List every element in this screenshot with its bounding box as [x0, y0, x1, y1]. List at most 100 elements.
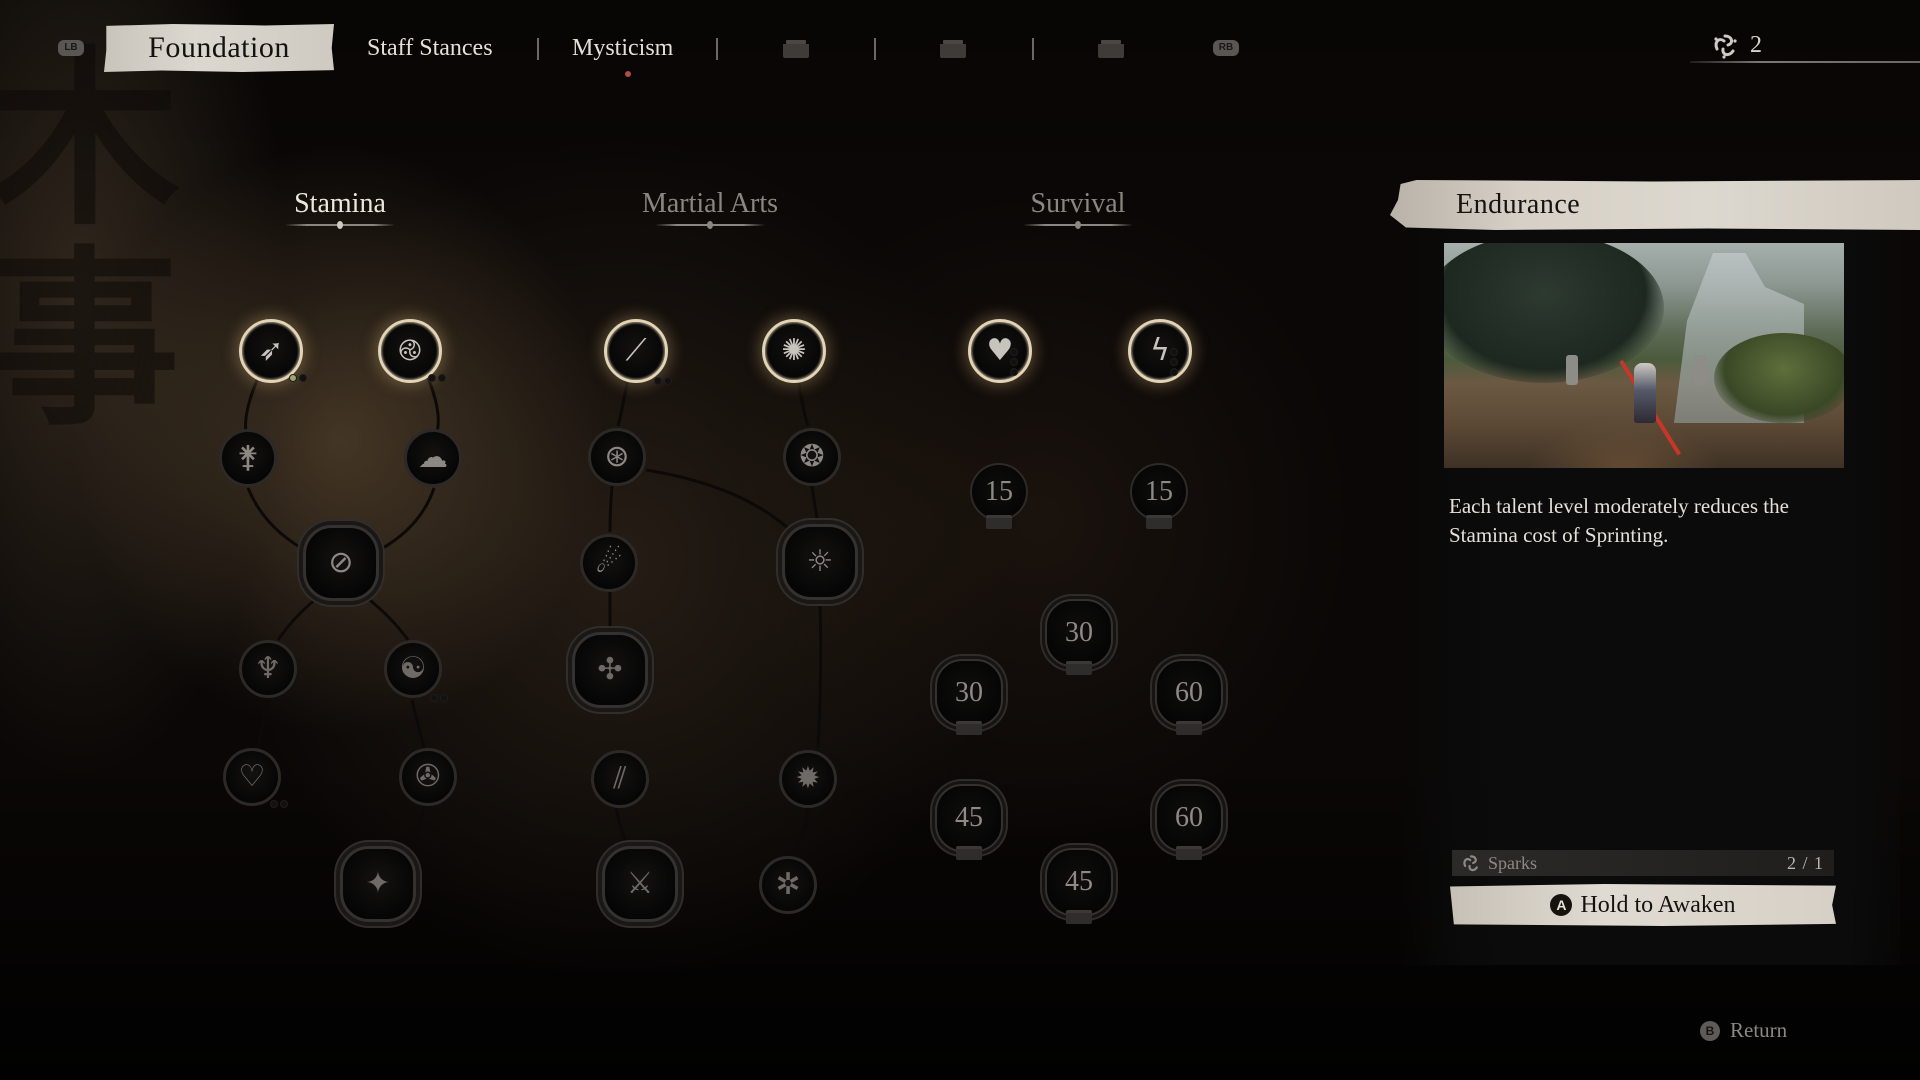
category-stamina[interactable]: Stamina	[220, 188, 460, 229]
talent-level-pips	[428, 374, 446, 382]
crouched-monkey-icon: ✇	[415, 759, 441, 794]
cloud-swirl-icon: ☁	[418, 440, 448, 475]
player-character	[1634, 363, 1656, 423]
talent-node-major[interactable]: ⚔	[602, 846, 678, 922]
talent-level-pips	[1170, 348, 1178, 376]
required-level: 45	[935, 784, 1003, 852]
lock-pedestal	[1176, 721, 1202, 735]
talent-node[interactable]: ♡	[223, 748, 281, 806]
tab-locked-2[interactable]	[940, 40, 966, 58]
talent-node[interactable]: ☄	[580, 534, 638, 592]
lb-bumper-hint[interactable]: LB	[58, 40, 84, 56]
radial-burst-icon: ✺	[781, 333, 807, 368]
coiled-heart-icon: ♡	[238, 759, 266, 794]
crossed-staffs-icon: ⚔	[626, 866, 654, 901]
required-level: 30	[1045, 599, 1113, 667]
locked-talent-node[interactable]: 45	[1044, 848, 1114, 934]
required-level: 30	[935, 659, 1003, 727]
tab-foundation[interactable]: Foundation	[104, 24, 334, 72]
category-survival[interactable]: Survival	[958, 188, 1198, 229]
talent-node[interactable]: ❂	[783, 428, 841, 486]
hold-to-awaken-button[interactable]: A Hold to Awaken	[1450, 884, 1836, 926]
talent-node[interactable]: ⫽	[591, 750, 649, 808]
talent-description: Each talent level moderately reduces the…	[1449, 494, 1789, 547]
talent-node[interactable]: ♥	[968, 319, 1032, 383]
locked-talent-node[interactable]: 30	[1044, 599, 1114, 685]
currency-divider	[1690, 61, 1920, 63]
return-button[interactable]: B Return	[1700, 1018, 1787, 1043]
talent-node[interactable]: ✲	[759, 856, 817, 914]
talent-node-major[interactable]: ✦	[340, 846, 416, 922]
category-label: Martial Arts	[641, 188, 779, 219]
talent-node[interactable]: ☁	[404, 429, 462, 487]
talent-level-pips	[654, 377, 672, 385]
locked-talent-node[interactable]: 30	[934, 659, 1004, 745]
gourd-drop-icon: ♆	[254, 651, 282, 686]
tab-staff-stances[interactable]: Staff Stances	[367, 30, 493, 66]
required-level: 60	[1155, 784, 1223, 852]
talent-node-major[interactable]: ⊘	[303, 525, 379, 601]
category-martial-arts[interactable]: Martial Arts	[590, 188, 830, 229]
sun-spiral-icon: ☼	[806, 544, 834, 579]
locked-talent-node[interactable]: 15	[1124, 463, 1194, 549]
rb-bumper-hint[interactable]: RB	[1213, 40, 1239, 56]
talent-node[interactable]: ⊛	[588, 428, 646, 486]
tab-separator	[1032, 38, 1034, 60]
comet-staff-icon: ☄	[595, 545, 623, 580]
talent-node[interactable]: ✺	[762, 319, 826, 383]
lock-pedestal	[1146, 515, 1172, 529]
tab-locked-1[interactable]	[783, 40, 809, 58]
talent-node[interactable]: ☯	[384, 640, 442, 698]
category-underline	[1023, 221, 1133, 229]
lightning-rune-icon: ϟ	[1150, 333, 1170, 368]
sparks-cost-row: Sparks 2 / 1	[1452, 850, 1834, 876]
tab-locked-3[interactable]	[1098, 40, 1124, 58]
required-level: 15	[1130, 463, 1188, 521]
locked-talent-node[interactable]: 60	[1154, 784, 1224, 870]
lightning-leap-icon: ✦	[365, 866, 391, 901]
tab-separator	[874, 38, 876, 60]
category-underline	[655, 221, 765, 229]
dodge-figure-icon: ⚵	[237, 440, 259, 475]
sparks-cost-value: 2 / 1	[1786, 852, 1824, 873]
talent-preview-image	[1444, 243, 1844, 468]
mysticism-notification-dot	[625, 71, 631, 77]
tab-mysticism[interactable]: Mysticism	[572, 30, 673, 66]
required-level: 60	[1155, 659, 1223, 727]
talent-node[interactable]: ⚵	[219, 429, 277, 487]
talent-node-major[interactable]: ☼	[782, 524, 858, 600]
talent-node[interactable]: ⟋	[604, 319, 668, 383]
talent-level-pips	[430, 694, 448, 702]
sparks-cost-label: Sparks	[1488, 852, 1537, 873]
locked-talent-node[interactable]: 15	[964, 463, 1034, 549]
talent-detail-title: Endurance	[1390, 180, 1920, 230]
talent-node[interactable]: ✇	[399, 748, 457, 806]
spark-triskelion-icon	[1714, 34, 1737, 59]
staff-spin-icon: ⊛	[604, 439, 630, 474]
category-underline	[285, 221, 395, 229]
talent-node[interactable]: ✹	[779, 750, 837, 808]
sparks-count: 2	[1750, 31, 1762, 58]
awaken-label: Hold to Awaken	[1580, 891, 1736, 918]
required-level: 45	[1045, 848, 1113, 916]
vortex-icon: ❂	[799, 439, 825, 474]
lock-pedestal	[1066, 910, 1092, 924]
top-nav: LB Foundation Staff Stances Mysticism RB	[0, 24, 1920, 74]
category-label: Stamina	[294, 188, 386, 219]
monk-stance-icon: ☯	[399, 651, 427, 686]
talent-level-pips	[1010, 348, 1018, 376]
a-button-icon: A	[1550, 894, 1573, 916]
locked-talent-node[interactable]: 60	[1154, 659, 1224, 745]
talent-node[interactable]: ϟ	[1128, 319, 1192, 383]
talent-node-major[interactable]: ✣	[572, 632, 648, 708]
lock-pedestal	[956, 846, 982, 860]
lock-pedestal	[1176, 846, 1202, 860]
return-label: Return	[1730, 1018, 1788, 1042]
b-button-icon: B	[1700, 1020, 1720, 1041]
pinwheel-staffs-icon: ✣	[597, 652, 623, 687]
talent-node[interactable]: ♆	[239, 640, 297, 698]
sparks-currency: 2	[1710, 30, 1762, 60]
talent-level-pips	[270, 800, 288, 808]
locked-talent-node[interactable]: 45	[934, 784, 1004, 870]
tab-separator	[716, 38, 718, 60]
